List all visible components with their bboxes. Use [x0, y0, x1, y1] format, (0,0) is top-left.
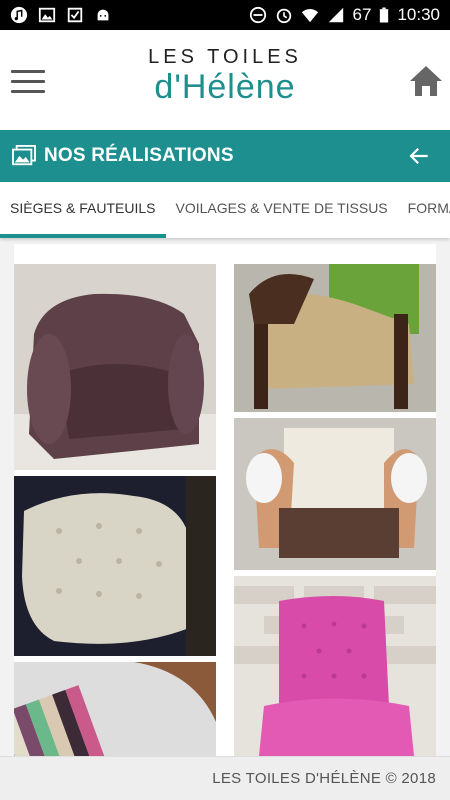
- section-title: NOS RÉALISATIONS: [44, 145, 234, 166]
- tab-formations[interactable]: FORMA: [398, 182, 450, 238]
- system-icons: 67 10:30: [249, 5, 440, 25]
- battery-icon: [380, 7, 389, 23]
- menu-icon: [11, 70, 45, 73]
- footer: LES TOILES D'HÉLÈNE © 2018: [0, 756, 450, 800]
- alarm-icon: [276, 8, 291, 24]
- section-bar: NOS RÉALISATIONS: [0, 130, 450, 182]
- photo-armchair-padding[interactable]: [234, 418, 436, 570]
- copyright-text: LES TOILES D'HÉLÈNE © 2018: [212, 770, 436, 787]
- image-icon: [38, 7, 56, 23]
- tab-sieges-fauteuils[interactable]: SIÈGES & FAUTEUILS: [0, 182, 166, 238]
- logo-top-text: LES TOILES: [148, 46, 302, 68]
- android-icon: [97, 9, 109, 21]
- tab-voilages-tissus[interactable]: VOILAGES & VENTE DE TISSUS: [166, 182, 398, 238]
- category-tabs: SIÈGES & FAUTEUILS VOILAGES & VENTE DE T…: [0, 182, 450, 238]
- wifi-icon: [301, 9, 318, 23]
- notification-icons: [10, 6, 112, 24]
- photo-gallery-icon: [12, 145, 36, 166]
- app-header: LES TOILES d'Hélène: [0, 30, 450, 130]
- status-bar: 67 10:30: [0, 0, 450, 30]
- photo-tufted-cushion[interactable]: [14, 476, 216, 656]
- photo-gallery: [14, 244, 436, 756]
- photo-leather-armchair[interactable]: [14, 264, 216, 470]
- logo: LES TOILES d'Hélène: [110, 46, 340, 105]
- photo-armchair-frame[interactable]: [234, 264, 436, 412]
- battery-level: 67: [352, 5, 372, 24]
- menu-button[interactable]: [11, 70, 45, 94]
- do-not-disturb-icon: [249, 6, 266, 24]
- check-flag-icon: [67, 7, 83, 23]
- home-icon[interactable]: [408, 64, 444, 98]
- photo-pink-chair[interactable]: [234, 576, 436, 756]
- back-arrow-icon[interactable]: [406, 143, 432, 169]
- signal-icon: [328, 7, 343, 23]
- music-note-icon: [10, 6, 28, 24]
- photo-striped-chair[interactable]: [14, 662, 216, 756]
- logo-bottom-text: d'Hélène: [154, 68, 296, 106]
- clock: 10:30: [397, 5, 440, 24]
